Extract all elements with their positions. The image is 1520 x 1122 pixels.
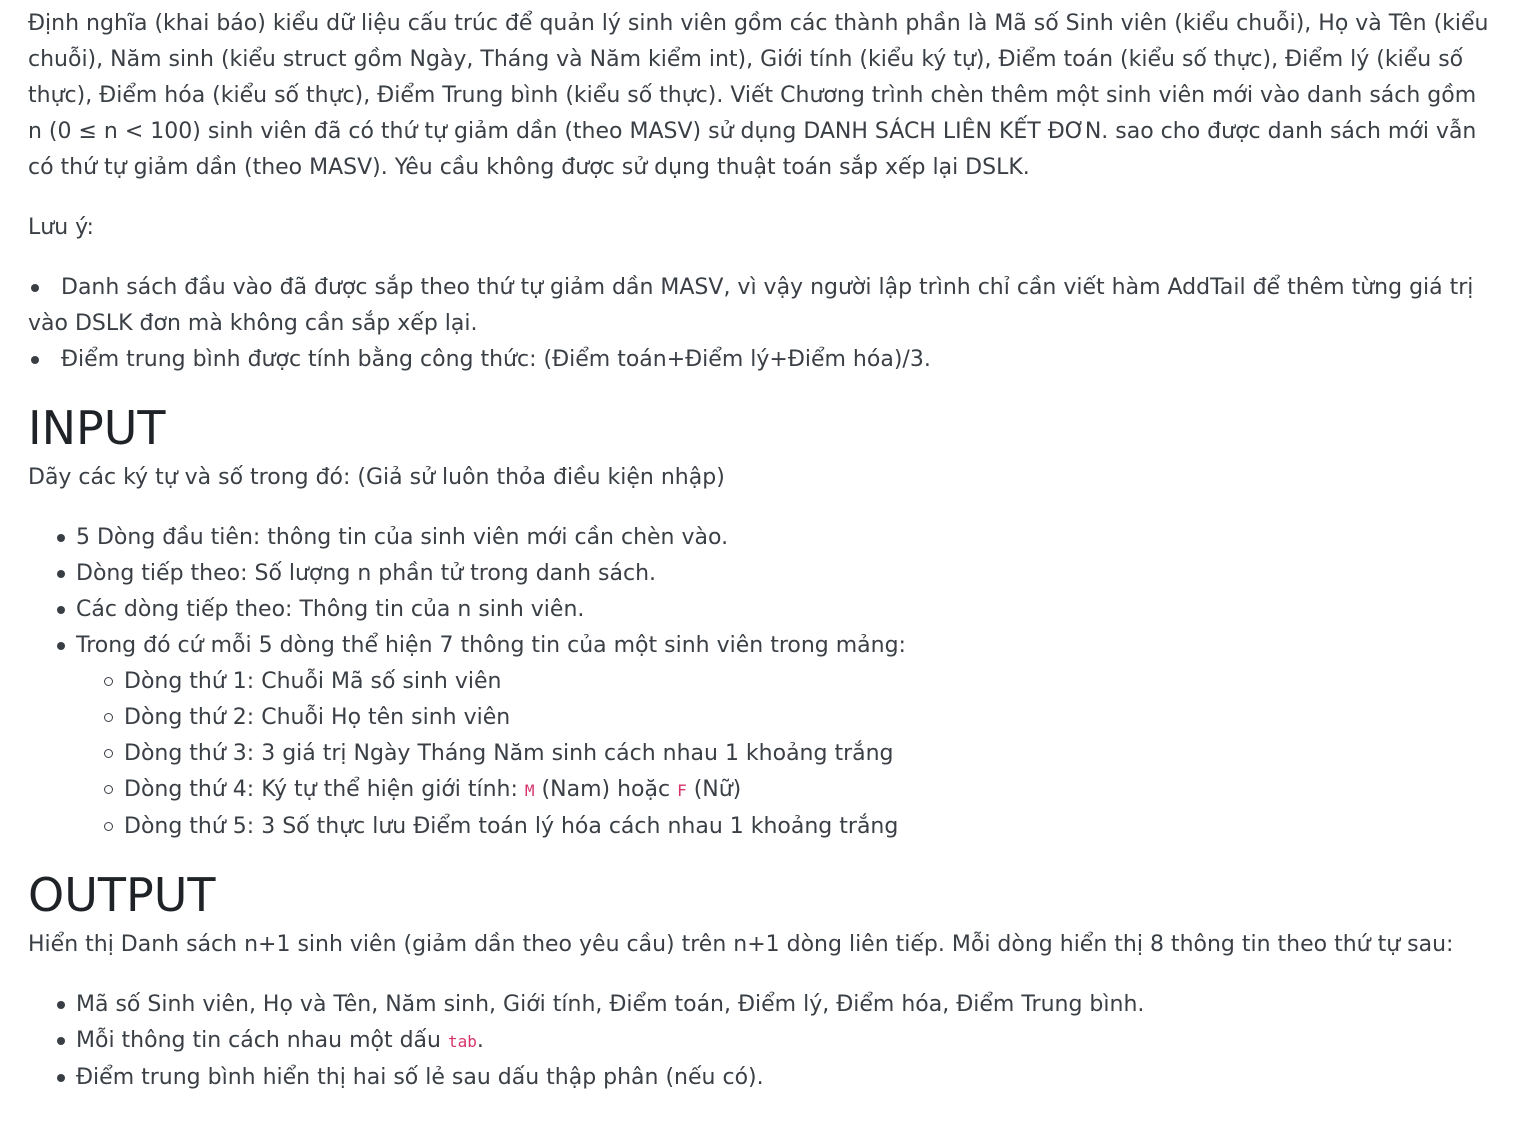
list-item: Dòng thứ 1: Chuỗi Mã số sinh viên — [104, 664, 1492, 700]
code-tab: tab — [447, 1032, 477, 1051]
list-item: Dòng thứ 2: Chuỗi Họ tên sinh viên — [104, 700, 1492, 736]
circle-bullet-icon — [104, 822, 113, 831]
list-item: Điểm trung bình được tính bằng công thức… — [28, 342, 1492, 378]
list-item: Các dòng tiếp theo: Thông tin của n sinh… — [57, 592, 1492, 628]
list-item: Danh sách đầu vào đã được sắp theo thứ t… — [28, 270, 1492, 342]
bullet-icon — [57, 1001, 65, 1009]
list-item: Điểm trung bình hiển thị hai số lẻ sau d… — [57, 1060, 1492, 1096]
bullet-icon — [57, 534, 65, 542]
notes-list: Danh sách đầu vào đã được sắp theo thứ t… — [28, 270, 1492, 378]
input-lead: Dãy các ký tự và số trong đó: (Giả sử lu… — [28, 465, 725, 490]
bullet-icon — [57, 1074, 65, 1082]
list-item: Dòng tiếp theo: Số lượng n phần tử trong… — [57, 556, 1492, 592]
problem-statement: Định nghĩa (khai báo) kiểu dữ liệu cấu t… — [0, 0, 1520, 1096]
circle-bullet-icon — [104, 785, 113, 794]
circle-bullet-icon — [104, 749, 113, 758]
circle-bullet-icon — [104, 677, 113, 686]
intro-paragraph: Định nghĩa (khai báo) kiểu dữ liệu cấu t… — [28, 11, 1489, 180]
input-heading: INPUT — [28, 401, 166, 455]
list-item: Mỗi thông tin cách nhau một dấu tab. — [57, 1023, 1492, 1060]
list-item: Dòng thứ 5: 3 Số thực lưu Điểm toán lý h… — [104, 809, 1492, 845]
code-f: F — [677, 781, 687, 800]
bullet-icon — [57, 1037, 65, 1045]
code-m: M — [524, 781, 535, 800]
bullet-icon — [57, 642, 65, 650]
note-label: Lưu ý: — [28, 215, 94, 240]
bullet-icon — [57, 606, 65, 614]
list-item: 5 Dòng đầu tiên: thông tin của sinh viên… — [57, 520, 1492, 556]
bullet-icon — [57, 570, 65, 578]
input-list: 5 Dòng đầu tiên: thông tin của sinh viên… — [28, 520, 1492, 845]
output-heading: OUTPUT — [28, 868, 216, 922]
list-item: Dòng thứ 4: Ký tự thể hiện giới tính: M … — [104, 772, 1492, 809]
list-item: Dòng thứ 3: 3 giá trị Ngày Tháng Năm sin… — [104, 736, 1492, 772]
list-item: Trong đó cứ mỗi 5 dòng thể hiện 7 thông … — [57, 628, 1492, 845]
output-list: Mã số Sinh viên, Họ và Tên, Năm sinh, Gi… — [28, 987, 1492, 1096]
output-lead: Hiển thị Danh sách n+1 sinh viên (giảm d… — [28, 932, 1454, 957]
list-item: Mã số Sinh viên, Họ và Tên, Năm sinh, Gi… — [57, 987, 1492, 1023]
input-sub-list: Dòng thứ 1: Chuỗi Mã số sinh viên Dòng t… — [76, 664, 1492, 845]
circle-bullet-icon — [104, 713, 113, 722]
